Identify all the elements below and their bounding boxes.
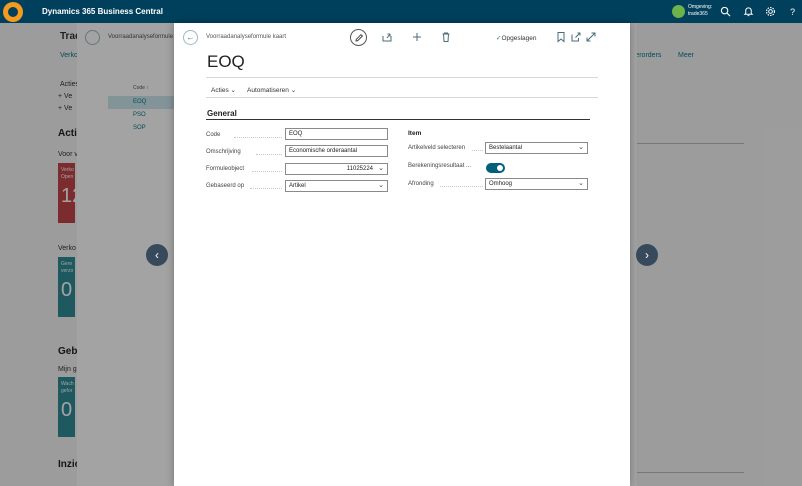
app-logo-icon[interactable] xyxy=(3,2,23,22)
field-label-rounding: Afronding xyxy=(408,181,434,187)
next-record-button[interactable]: › xyxy=(636,244,658,266)
open-new-window-icon[interactable] xyxy=(570,31,582,43)
environment-icon xyxy=(672,5,685,18)
environment-info[interactable]: Omgeving: trade365 xyxy=(688,4,712,18)
chevron-down-icon[interactable]: ⌄ xyxy=(578,180,584,187)
fasttab-general[interactable]: General xyxy=(207,109,237,118)
chevron-down-icon[interactable]: ⌄ xyxy=(578,144,584,151)
divider xyxy=(206,119,590,120)
field-label-code: Code xyxy=(206,132,221,138)
divider xyxy=(206,97,598,98)
action-acties[interactable]: Acties ⌄ xyxy=(211,86,236,94)
gear-icon[interactable] xyxy=(765,6,776,17)
svg-text:?: ? xyxy=(790,7,795,17)
help-icon[interactable]: ? xyxy=(787,6,798,17)
expand-icon[interactable] xyxy=(585,31,597,43)
app-title[interactable]: Dynamics 365 Business Central xyxy=(42,7,163,16)
previous-record-button[interactable]: ‹ xyxy=(146,244,168,266)
add-icon[interactable] xyxy=(411,31,423,43)
bookmark-icon[interactable] xyxy=(555,31,567,43)
field-label-item-field: Artikelveld selecteren xyxy=(408,145,466,151)
back-button[interactable]: ← xyxy=(183,30,198,45)
chevron-down-icon: ⌄ xyxy=(230,87,236,94)
item-field-select[interactable]: Bestelaantal ⌄ xyxy=(485,142,588,154)
divider xyxy=(206,77,598,78)
group-heading-item: Item xyxy=(408,130,422,137)
delete-icon[interactable] xyxy=(440,31,452,43)
field-label-based-on: Gebaseerd op xyxy=(206,183,245,189)
edit-button[interactable] xyxy=(350,29,367,46)
chevron-down-icon[interactable]: ⌄ xyxy=(378,182,384,189)
formula-object-lookup[interactable]: 11025224 ⌄ xyxy=(285,163,388,175)
pencil-icon xyxy=(355,33,364,42)
rounding-select[interactable]: Omhoog ⌄ xyxy=(485,178,588,190)
chevron-down-icon: ⌄ xyxy=(290,87,297,94)
record-heading: EOQ xyxy=(207,52,245,71)
code-field[interactable]: EOQ xyxy=(285,128,388,140)
breadcrumb: Voorraadanalyseformule kaart xyxy=(206,34,287,40)
field-label-calculation-result: Berekeningsresultaat ... xyxy=(408,163,472,169)
card-dialog: ← Voorraadanalyseformule kaart ✓Opgeslag… xyxy=(174,23,630,486)
based-on-select[interactable]: Artikel ⌄ xyxy=(285,180,388,192)
chevron-down-icon[interactable]: ⌄ xyxy=(378,165,384,172)
calculation-result-toggle[interactable] xyxy=(486,163,505,173)
bell-icon[interactable] xyxy=(743,6,754,17)
field-label-description: Omschrijving xyxy=(206,149,241,155)
field-label-formula-object: Formuleobject xyxy=(206,166,245,172)
action-automatiseren[interactable]: Automatiseren ⌄ xyxy=(247,86,296,94)
description-field[interactable]: Economische orderaantal xyxy=(285,145,388,157)
search-icon[interactable] xyxy=(720,6,731,17)
share-icon[interactable] xyxy=(381,31,393,43)
top-bar: Dynamics 365 Business Central Omgeving: … xyxy=(0,0,802,23)
saved-status: ✓Opgeslagen xyxy=(496,35,537,42)
